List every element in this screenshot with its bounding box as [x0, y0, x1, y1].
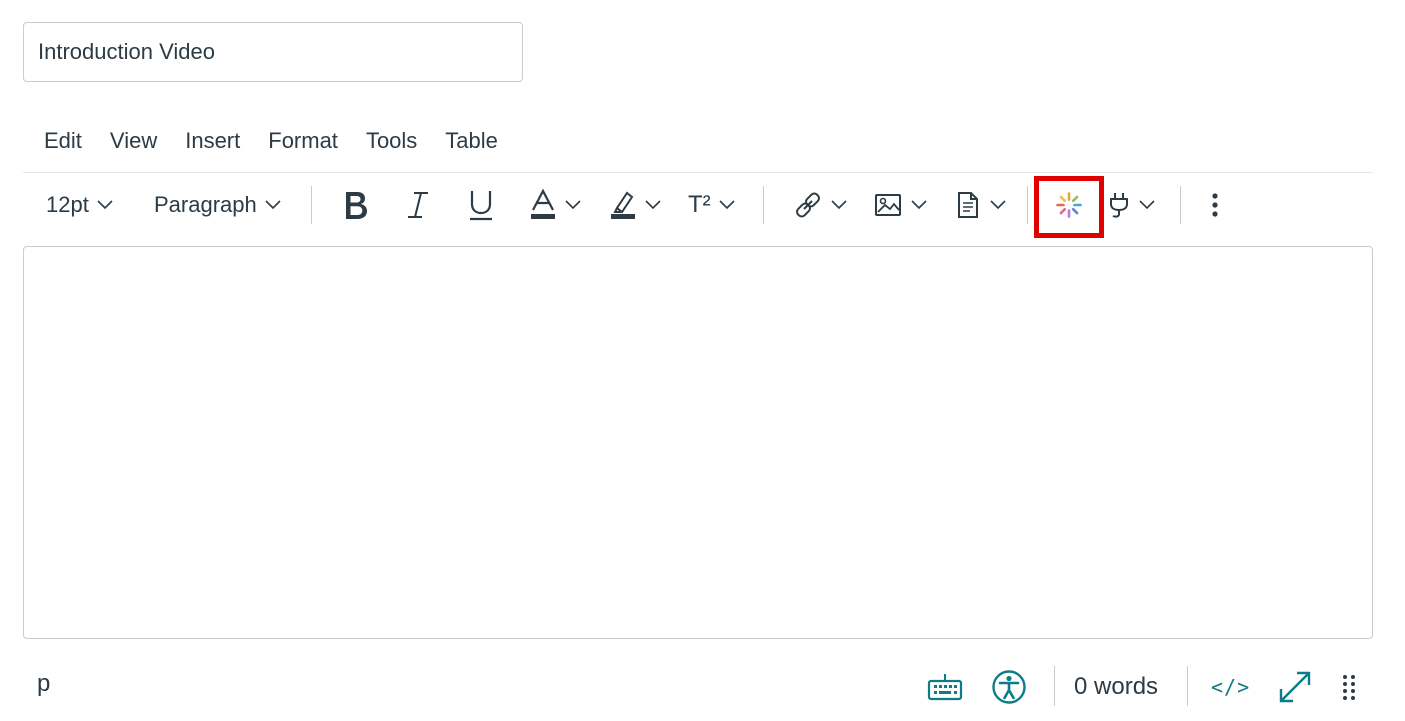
- document-dropdown[interactable]: [954, 182, 1006, 228]
- block-format-value: Paragraph: [154, 192, 257, 217]
- menu-format[interactable]: Format: [254, 128, 352, 154]
- bold-icon: [346, 192, 367, 219]
- html-editor-toggle-button[interactable]: </>: [1211, 664, 1250, 710]
- menu-insert[interactable]: Insert: [171, 128, 254, 154]
- editor-statusbar: p 0 words </>: [23, 660, 1373, 714]
- fullscreen-button[interactable]: [1277, 664, 1313, 710]
- text-color-button[interactable]: [529, 182, 581, 228]
- underline-button[interactable]: [467, 182, 495, 228]
- italic-button[interactable]: [405, 182, 431, 228]
- link-dropdown[interactable]: [793, 182, 847, 228]
- document-icon: [958, 192, 978, 218]
- italic-icon: [408, 192, 428, 218]
- toolbar-separator: [763, 186, 764, 224]
- chevron-down-icon: [97, 200, 113, 210]
- chevron-down-icon: [1139, 200, 1155, 210]
- highlight-box: [1034, 176, 1104, 238]
- chevron-down-icon: [911, 200, 927, 210]
- editor-content-area[interactable]: [23, 246, 1373, 639]
- statusbar-separator: [1054, 666, 1055, 706]
- menu-tools[interactable]: Tools: [352, 128, 431, 154]
- editor-menubar: Edit View Insert Format Tools Table: [30, 118, 512, 164]
- toolbar-separator: [1180, 186, 1181, 224]
- image-dropdown[interactable]: [873, 182, 927, 228]
- toolbar-separator: [311, 186, 312, 224]
- font-size-dropdown[interactable]: 12pt: [46, 182, 113, 228]
- rich-content-editor-page: Edit View Insert Format Tools Table 12pt…: [0, 0, 1405, 721]
- apps-dropdown[interactable]: [1107, 182, 1155, 228]
- keyboard-shortcuts-button[interactable]: [927, 664, 963, 710]
- image-icon: [875, 194, 901, 216]
- menu-table[interactable]: Table: [431, 128, 512, 154]
- chevron-down-icon: [645, 200, 661, 210]
- element-path[interactable]: p: [37, 670, 50, 698]
- bold-button[interactable]: [341, 182, 371, 228]
- statusbar-separator: [1187, 666, 1188, 706]
- menu-view[interactable]: View: [96, 128, 171, 154]
- resize-handle[interactable]: [1341, 664, 1357, 710]
- text-color-icon: [531, 188, 555, 219]
- superscript-dropdown[interactable]: T²: [688, 182, 735, 228]
- toolbar-top-border: [23, 172, 1373, 173]
- block-format-dropdown[interactable]: Paragraph: [154, 182, 281, 228]
- highlighter-icon: [611, 191, 635, 219]
- title-input[interactable]: [23, 22, 523, 82]
- chevron-down-icon: [831, 200, 847, 210]
- expand-icon: [1279, 671, 1311, 703]
- plug-icon: [1110, 193, 1128, 218]
- toolbar-separator: [1027, 186, 1028, 224]
- accessibility-icon: [992, 670, 1026, 704]
- accessibility-checker-button[interactable]: [991, 664, 1027, 710]
- chevron-down-icon: [719, 200, 735, 210]
- background-color-button[interactable]: [609, 182, 661, 228]
- chevron-down-icon: [565, 200, 581, 210]
- keyboard-icon: [927, 674, 963, 701]
- drag-grip-icon: [1343, 675, 1355, 700]
- menu-edit[interactable]: Edit: [30, 128, 96, 154]
- chevron-down-icon: [265, 200, 281, 210]
- font-size-value: 12pt: [46, 192, 89, 217]
- more-options-button[interactable]: [1205, 182, 1225, 228]
- link-icon: [796, 192, 820, 218]
- superscript-icon: T²: [688, 191, 711, 218]
- word-count-label: 0 words: [1074, 673, 1159, 700]
- editor-toolbar: 12pt Paragraph T²: [23, 176, 1373, 238]
- vertical-ellipsis-icon: [1212, 193, 1218, 217]
- word-count[interactable]: 0 words: [1074, 664, 1158, 710]
- underline-icon: [470, 191, 492, 221]
- chevron-down-icon: [990, 200, 1006, 210]
- code-view-icon: </>: [1211, 675, 1251, 699]
